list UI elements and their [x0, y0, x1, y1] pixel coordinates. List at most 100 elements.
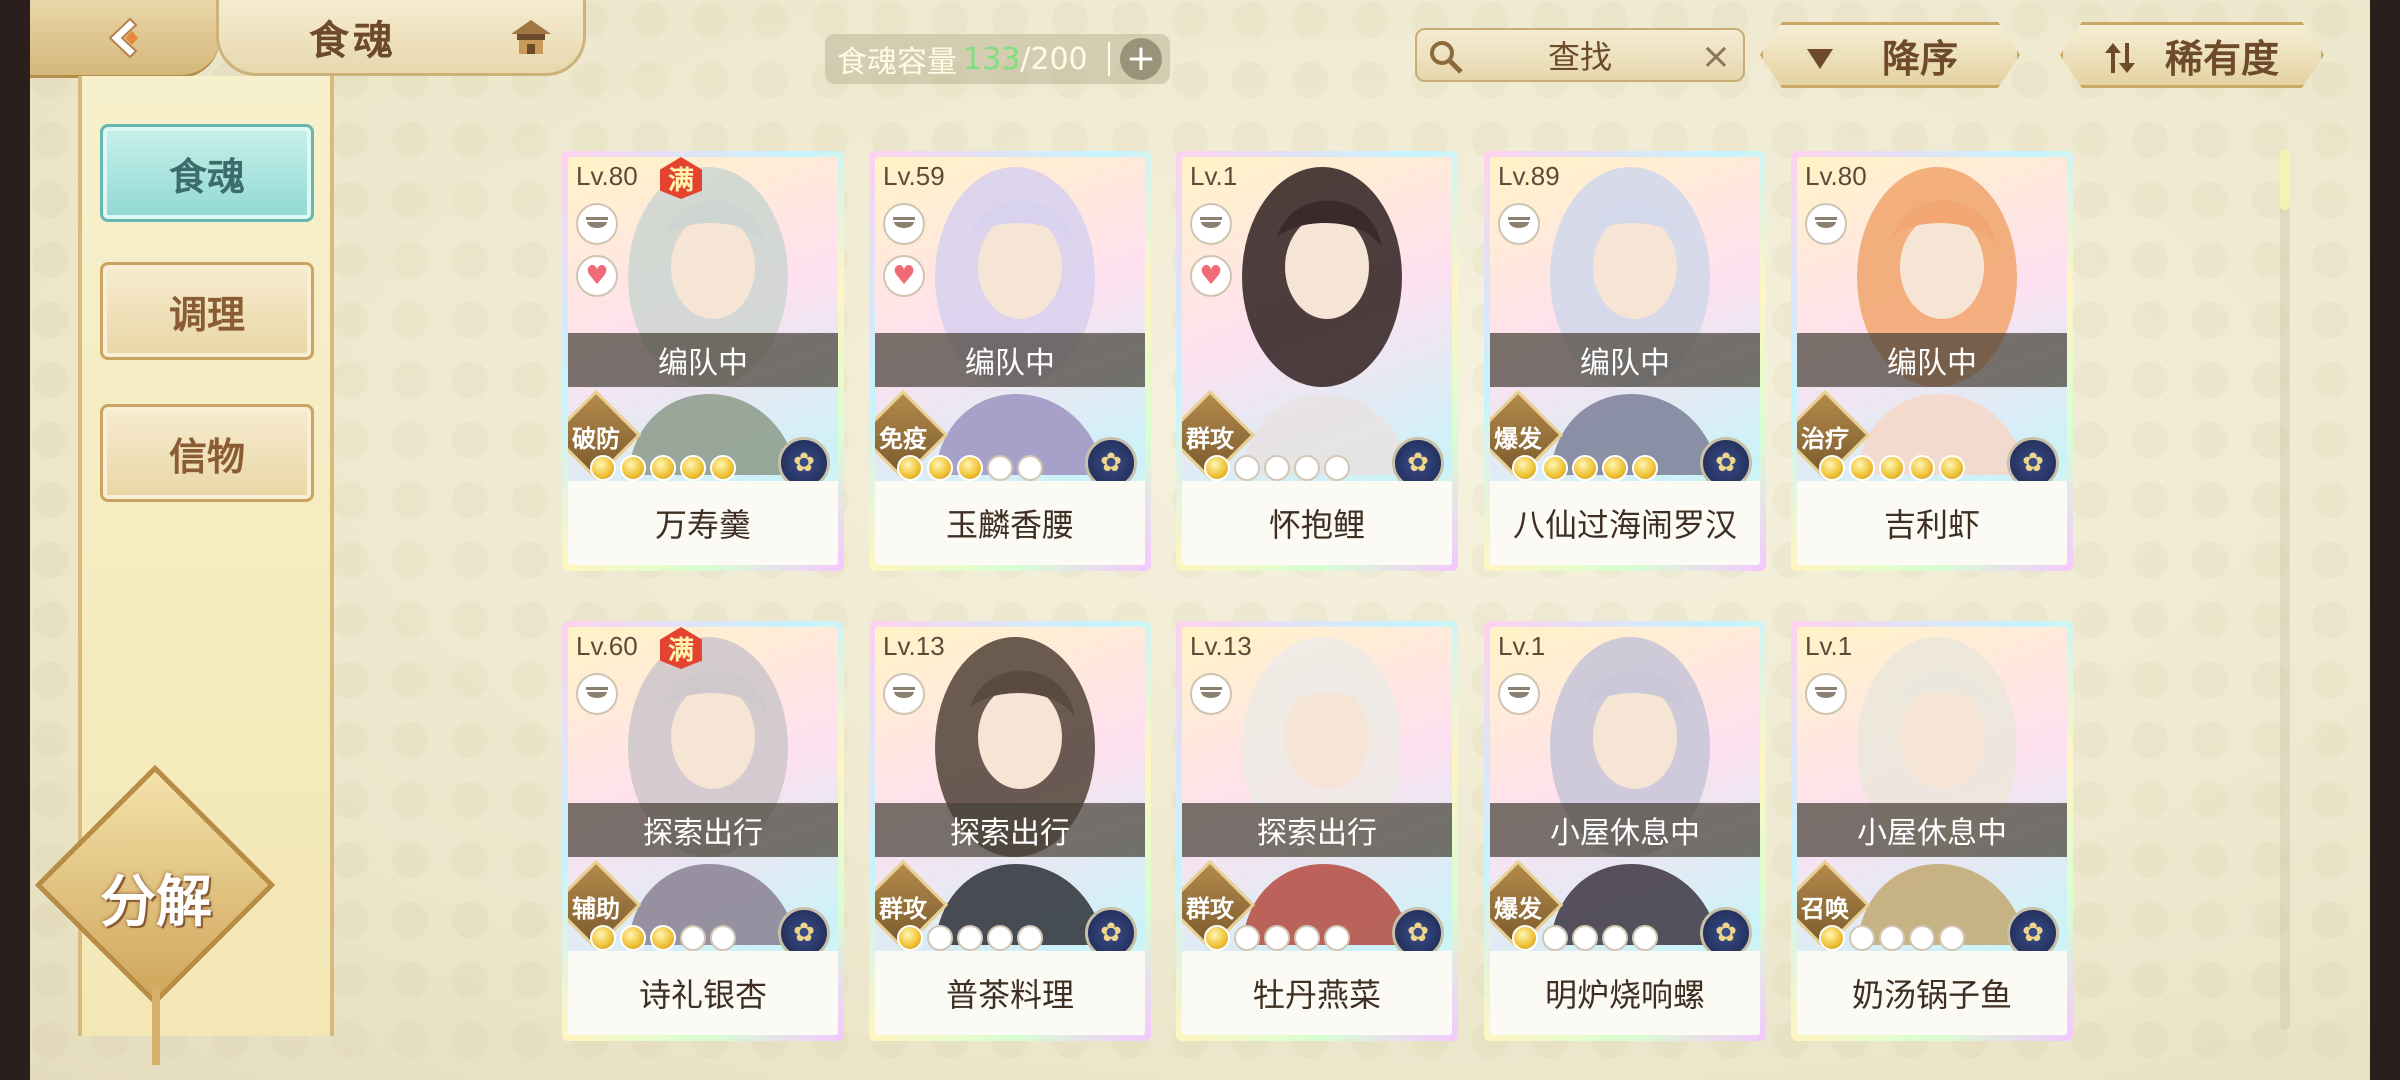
food-soul-card[interactable]: Lv.89 编队中 爆发 ✿ 八仙过海闹罗汉	[1484, 151, 1766, 571]
role-label: 辅助	[572, 895, 620, 923]
food-soul-card[interactable]: Lv.80 满 ♥ 编队中 破防 ✿ 万寿羹	[562, 151, 844, 571]
role-label: 免疫	[879, 425, 927, 453]
add-capacity-button[interactable]: +	[1120, 38, 1162, 80]
star-icon	[1602, 455, 1628, 481]
sidebar-item-seasoning[interactable]: 调理	[100, 262, 314, 360]
card-body: Lv.1 小屋休息中 爆发 ✿ 明炉烧响螺	[1490, 627, 1760, 1035]
bowl-icon	[1498, 203, 1540, 245]
bowl-icon	[1190, 203, 1232, 245]
star-icon	[1017, 455, 1043, 481]
scrollbar-thumb[interactable]	[2280, 150, 2290, 210]
card-body: Lv.59 ♥ 编队中 免疫 ✿ 玉麟香腰	[875, 157, 1145, 565]
star-icon	[590, 455, 616, 481]
decompose-label: 分解	[100, 869, 212, 935]
star-icon	[1294, 455, 1320, 481]
house-icon[interactable]	[509, 18, 553, 58]
star-icon	[650, 455, 676, 481]
page-title: 食魂	[309, 16, 397, 64]
sort-order-button[interactable]: 降序	[1760, 22, 2020, 88]
search-icon	[1430, 41, 1463, 74]
star-icon	[1909, 455, 1935, 481]
star-rating	[1204, 455, 1350, 481]
star-icon	[620, 455, 646, 481]
food-soul-card[interactable]: Lv.13 探索出行 群攻 ✿ 牡丹燕菜	[1176, 621, 1458, 1041]
clear-search-button[interactable]: ×	[1701, 36, 1731, 77]
card-name: 诗礼银杏	[568, 951, 838, 1035]
food-soul-card[interactable]: Lv.60 满 探索出行 辅助 ✿ 诗礼银杏	[562, 621, 844, 1041]
back-arrow-icon	[108, 17, 138, 58]
star-icon	[650, 925, 676, 951]
star-icon	[1264, 455, 1290, 481]
star-icon	[1909, 925, 1935, 951]
role-label: 治疗	[1801, 425, 1849, 453]
role-label: 爆发	[1494, 425, 1542, 453]
food-soul-card[interactable]: Lv.1 ♥ 群攻 ✿ 怀抱鲤	[1176, 151, 1458, 571]
food-soul-card[interactable]: Lv.1 小屋休息中 爆发 ✿ 明炉烧响螺	[1484, 621, 1766, 1041]
star-icon	[1204, 925, 1230, 951]
bowl-icon	[883, 673, 925, 715]
card-name: 怀抱鲤	[1182, 481, 1452, 565]
card-name: 吉利虾	[1797, 481, 2067, 565]
food-soul-card[interactable]: Lv.80 编队中 治疗 ✿ 吉利虾	[1791, 151, 2073, 571]
level-label: Lv.89	[1498, 161, 1560, 191]
capacity-separator: /	[1020, 41, 1031, 77]
sidebar-item-tokens[interactable]: 信物	[100, 404, 314, 502]
role-label: 召唤	[1801, 895, 1849, 923]
capacity-current: 133	[963, 41, 1021, 77]
card-body: Lv.80 满 ♥ 编队中 破防 ✿ 万寿羹	[568, 157, 838, 565]
role-label: 群攻	[1186, 895, 1234, 923]
role-label: 破防	[572, 425, 620, 453]
level-label: Lv.13	[1190, 631, 1252, 661]
star-icon	[1572, 925, 1598, 951]
star-icon	[1879, 455, 1905, 481]
star-icon	[710, 455, 736, 481]
star-icon	[927, 455, 953, 481]
star-icon	[927, 925, 953, 951]
bowl-icon	[883, 203, 925, 245]
status-banner: 小屋休息中	[1490, 803, 1760, 857]
level-label: Lv.60	[576, 631, 638, 661]
scrollbar[interactable]	[2280, 150, 2290, 1030]
bowl-icon	[576, 203, 618, 245]
sort-field-label: 稀有度	[2164, 35, 2279, 81]
card-body: Lv.80 编队中 治疗 ✿ 吉利虾	[1797, 157, 2067, 565]
food-soul-card[interactable]: Lv.1 小屋休息中 召唤 ✿ 奶汤锅子鱼	[1791, 621, 2073, 1041]
star-icon	[1572, 455, 1598, 481]
bowl-icon	[576, 673, 618, 715]
star-icon	[1017, 925, 1043, 951]
status-banner: 编队中	[1490, 333, 1760, 387]
star-icon	[1294, 925, 1320, 951]
role-label: 爆发	[1494, 895, 1542, 923]
card-name: 玉麟香腰	[875, 481, 1145, 565]
heart-icon: ♥	[1190, 255, 1232, 297]
star-icon	[710, 925, 736, 951]
star-rating	[1512, 455, 1658, 481]
card-name: 普茶料理	[875, 951, 1145, 1035]
star-icon	[897, 455, 923, 481]
title-tab: 食魂	[216, 0, 586, 76]
food-soul-card[interactable]: Lv.59 ♥ 编队中 免疫 ✿ 玉麟香腰	[869, 151, 1151, 571]
star-rating	[1204, 925, 1350, 951]
level-label: Lv.59	[883, 161, 945, 191]
food-soul-card[interactable]: Lv.13 探索出行 群攻 ✿ 普茶料理	[869, 621, 1151, 1041]
card-body: Lv.89 编队中 爆发 ✿ 八仙过海闹罗汉	[1490, 157, 1760, 565]
star-rating	[897, 925, 1043, 951]
star-icon	[1234, 925, 1260, 951]
card-body: Lv.13 探索出行 群攻 ✿ 普茶料理	[875, 627, 1145, 1035]
star-icon	[1849, 455, 1875, 481]
search-box[interactable]: 查找 ×	[1415, 28, 1745, 82]
sidebar-item-food-souls[interactable]: 食魂	[100, 124, 314, 222]
card-body: Lv.1 ♥ 群攻 ✿ 怀抱鲤	[1182, 157, 1452, 565]
game-frame: 食魂 食魂容量 133 / 200 + 查找 × 降序 稀有度 食魂 调理 信物…	[30, 0, 2370, 1080]
star-rating	[590, 925, 736, 951]
tassel-decoration	[152, 985, 160, 1065]
heart-icon: ♥	[576, 255, 618, 297]
bowl-icon	[1805, 673, 1847, 715]
card-body: Lv.1 小屋休息中 召唤 ✿ 奶汤锅子鱼	[1797, 627, 2067, 1035]
back-button[interactable]	[30, 0, 220, 78]
level-label: Lv.80	[1805, 161, 1867, 191]
bowl-icon	[1805, 203, 1847, 245]
sort-field-button[interactable]: 稀有度	[2060, 22, 2324, 88]
star-icon	[987, 455, 1013, 481]
star-icon	[1939, 925, 1965, 951]
